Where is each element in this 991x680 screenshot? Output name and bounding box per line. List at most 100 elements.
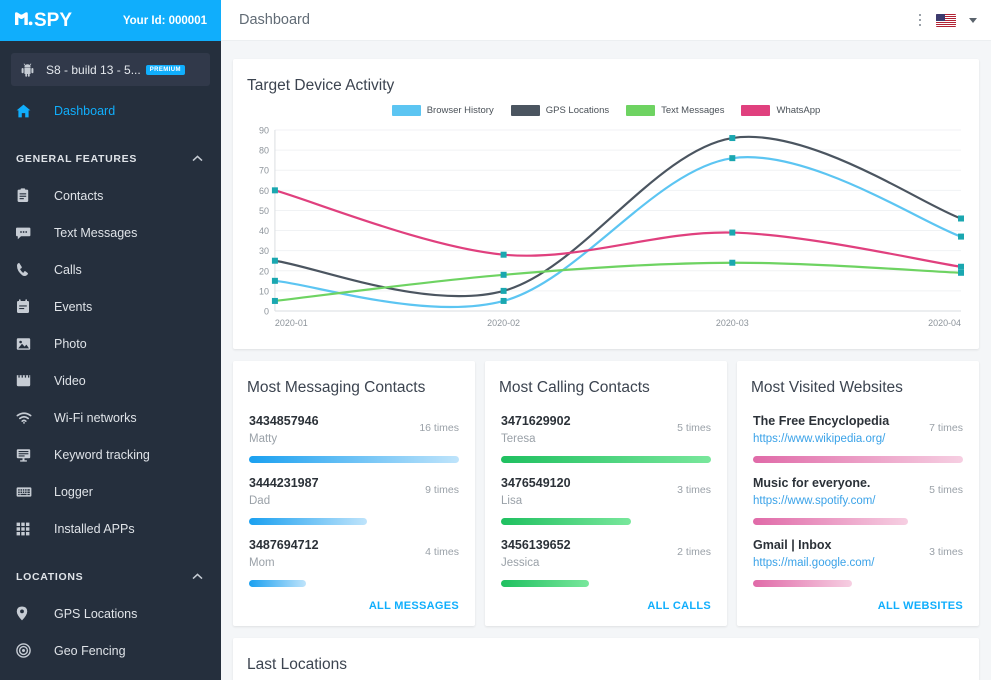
entry-url-link[interactable]: https://www.spotify.com/ [753,493,876,510]
legend-label: WhatsApp [776,105,821,116]
target-circles-icon [16,643,38,658]
legend-label: GPS Locations [545,105,610,116]
sidebar-item-text-messages[interactable]: Text Messages [0,214,221,251]
sidebar-item-dashboard[interactable]: Dashboard [0,92,221,129]
data-point-marker[interactable] [271,297,278,304]
section-label: LOCATIONS [16,571,84,583]
list-item[interactable]: 3456139652 Jessica 2 times [501,537,711,587]
x-axis-tick-label: 2020-03 [716,318,749,328]
data-point-marker[interactable] [729,259,736,266]
map-pin-icon [16,606,38,621]
data-point-marker[interactable] [500,287,507,294]
sidebar-item-keyword-tracking[interactable]: Keyword tracking [0,436,221,473]
data-point-marker[interactable] [729,155,736,162]
data-point-marker[interactable] [958,233,965,240]
chevron-up-icon[interactable] [192,572,203,583]
summary-cards-row: Most Messaging Contacts 3434857946 Matty 1… [233,361,979,626]
sidebar-section-locations[interactable]: LOCATIONS [0,559,221,595]
data-point-marker[interactable] [271,277,278,284]
legend-item[interactable]: Text Messages [626,105,724,116]
entry-count-label: 7 times [929,422,963,434]
sidebar-item-gps-locations[interactable]: GPS Locations [0,595,221,632]
list-item[interactable]: Music for everyone. https://www.spotify.c… [753,475,963,525]
brand-header: SPY Your Id: 000001 [0,0,221,41]
data-point-marker[interactable] [729,229,736,236]
progress-bar-fill [501,580,590,587]
y-axis-tick-label: 80 [259,146,269,156]
sidebar-item-calls[interactable]: Calls [0,251,221,288]
sidebar-item-label: Photo [54,336,87,351]
progress-bar-track [753,518,963,525]
sidebar-item-label: Installed APPs [54,521,135,536]
us-flag-icon[interactable] [936,13,956,27]
data-point-marker[interactable] [729,135,736,142]
sidebar-item-events[interactable]: Events [0,288,221,325]
home-icon [16,104,38,118]
sidebar-item-label: Video [54,373,86,388]
progress-bar-fill [249,456,459,463]
y-axis-tick-label: 30 [259,246,269,256]
list-item[interactable]: 3487694712 Mom 4 times [249,537,459,587]
all-calls-link[interactable]: ALL CALLS [647,600,711,612]
data-point-marker[interactable] [958,215,965,222]
sidebar-item-label: Events [54,299,93,314]
data-point-marker[interactable] [271,187,278,194]
legend-item[interactable]: GPS Locations [510,105,610,116]
progress-bar-fill [753,580,852,587]
list-item[interactable]: 3476549120 Lisa 3 times [501,475,711,525]
sidebar-item-photo[interactable]: Photo [0,325,221,362]
data-point-marker[interactable] [500,251,507,258]
chevron-up-icon[interactable] [192,154,203,165]
sidebar-item-label: Wi-Fi networks [54,410,137,425]
legend-swatch [626,105,656,116]
legend-label: Text Messages [661,105,725,116]
sidebar-item-video[interactable]: Video [0,362,221,399]
data-point-marker[interactable] [958,263,965,270]
more-vertical-icon[interactable] [917,12,924,29]
sidebar-item-installed-apps[interactable]: Installed APPs [0,510,221,547]
legend-item[interactable]: Browser History [391,105,494,116]
entry-secondary-label: Matty [249,433,278,445]
list-item[interactable]: 3444231987 Dad 9 times [249,475,459,525]
sidebar-section-general-features[interactable]: GENERAL FEATURES [0,141,221,177]
entry-count-label: 5 times [677,422,711,434]
data-point-marker[interactable] [500,271,507,278]
last-locations-card: Last Locations [233,638,979,680]
progress-bar-fill [501,518,632,525]
activity-line-chart: 0 10 20 30 40 50 60 70 80 90 2020-01 2020-02 2020-03… [259,125,965,328]
entry-primary-label: 3487694712 [249,538,319,552]
device-selector[interactable]: S8 - build 13 - 5... PREMIUM [11,53,210,86]
entry-count-label: 4 times [425,546,459,558]
data-point-marker[interactable] [958,269,965,276]
entry-secondary-label: Mom [249,557,275,569]
list-item[interactable]: 3434857946 Matty 16 times [249,413,459,463]
sidebar-item-wifi-networks[interactable]: Wi-Fi networks [0,399,221,436]
legend-item[interactable]: WhatsApp [741,105,820,116]
header-actions [917,12,977,29]
list-item[interactable]: The Free Encyclopedia https://www.wikiped… [753,413,963,463]
keyword-monitor-icon [16,448,38,462]
y-axis-tick-label: 0 [264,306,269,316]
grid-apps-icon [16,522,38,536]
most-calling-contacts-card: Most Calling Contacts 3471629902 Teresa 5 … [485,361,727,626]
progress-bar-track [753,580,963,587]
entry-text: 3487694712 Mom [249,537,319,572]
chevron-down-icon[interactable] [969,17,977,23]
all-messages-link[interactable]: ALL MESSAGES [369,600,459,612]
all-websites-link[interactable]: ALL WEBSITES [878,600,963,612]
logo[interactable]: SPY [14,10,72,32]
entry-primary-label: 3476549120 [501,476,571,490]
data-point-marker[interactable] [271,257,278,264]
list-item[interactable]: Gmail | Inbox https://mail.google.com/3 t… [753,537,963,587]
list-item[interactable]: 3471629902 Teresa 5 times [501,413,711,463]
sidebar-item-geo-fencing[interactable]: Geo Fencing [0,632,221,669]
data-point-marker[interactable] [500,297,507,304]
websites-entries: The Free Encyclopedia https://www.wikiped… [737,397,979,587]
progress-bar-fill [753,456,963,463]
sidebar-item-logger[interactable]: Logger [0,473,221,510]
sidebar: SPY Your Id: 000001 S8 - build 13 - 5...… [0,0,221,680]
entry-url-link[interactable]: https://www.wikipedia.org/ [753,431,889,448]
entry-secondary-label: Dad [249,495,271,507]
entry-url-link[interactable]: https://mail.google.com/ [753,555,874,572]
sidebar-item-contacts[interactable]: Contacts [0,177,221,214]
